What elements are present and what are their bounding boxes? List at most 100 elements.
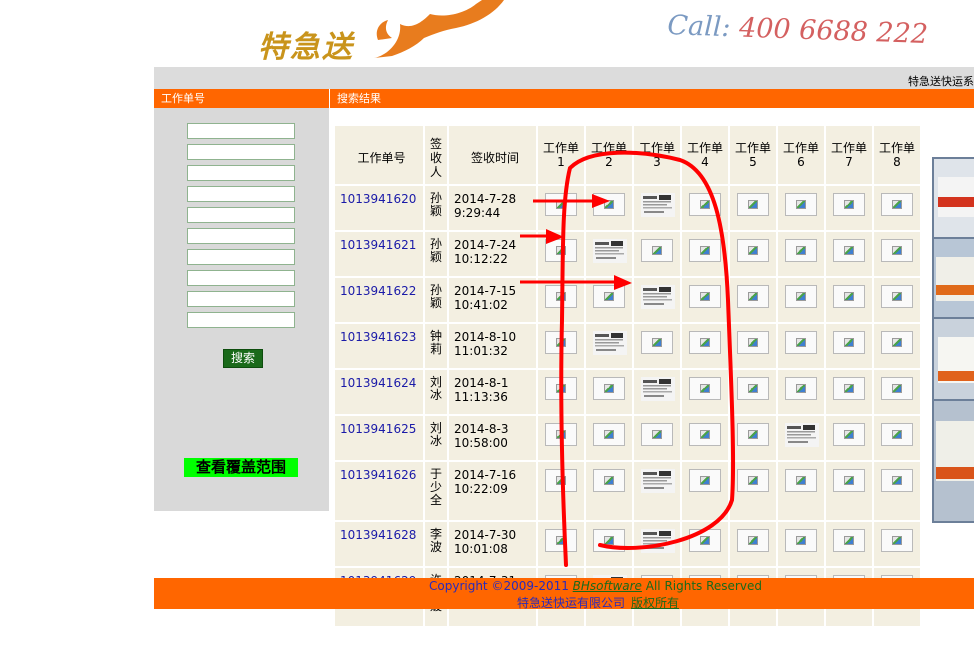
work-order-input[interactable] xyxy=(187,165,295,181)
broken-image-glyph xyxy=(700,476,710,485)
scanned-receipt-thumbnail[interactable] xyxy=(641,469,675,493)
broken-image-icon[interactable] xyxy=(593,469,625,492)
broken-image-icon[interactable] xyxy=(881,193,913,216)
broken-image-icon[interactable] xyxy=(881,529,913,552)
scanned-document-icon xyxy=(785,423,819,447)
broken-image-icon[interactable] xyxy=(785,377,817,400)
broken-image-icon[interactable] xyxy=(641,423,673,446)
broken-image-icon[interactable] xyxy=(689,469,721,492)
broken-image-icon[interactable] xyxy=(785,469,817,492)
work-order-id-link[interactable]: 1013941622 xyxy=(340,284,416,298)
broken-image-icon[interactable] xyxy=(881,377,913,400)
work-order-id-link[interactable]: 1013941624 xyxy=(340,376,416,390)
table-row: 1013941625 刘冰 2014-8-3 10:58:00 xyxy=(335,416,920,460)
work-order-input[interactable] xyxy=(187,249,295,265)
work-order-input[interactable] xyxy=(187,291,295,307)
work-order-input[interactable] xyxy=(187,228,295,244)
scanned-receipt-thumbnail[interactable] xyxy=(641,193,675,217)
broken-image-icon[interactable] xyxy=(785,529,817,552)
broken-image-icon[interactable] xyxy=(545,469,577,492)
broken-image-icon[interactable] xyxy=(593,285,625,308)
broken-image-icon[interactable] xyxy=(881,469,913,492)
broken-image-glyph xyxy=(892,200,902,209)
scanned-receipt-thumbnail[interactable] xyxy=(593,239,627,263)
broken-image-icon[interactable] xyxy=(737,193,769,216)
broken-image-icon[interactable] xyxy=(689,331,721,354)
broken-image-icon[interactable] xyxy=(545,331,577,354)
call-hotline: Call: 400 6688 222 xyxy=(667,10,929,50)
scanned-document-icon xyxy=(593,239,627,263)
broken-image-icon[interactable] xyxy=(833,285,865,308)
scanned-receipt-thumbnail[interactable] xyxy=(641,529,675,553)
broken-image-icon[interactable] xyxy=(689,377,721,400)
work-order-id-link[interactable]: 1013941623 xyxy=(340,330,416,344)
broken-image-icon[interactable] xyxy=(641,331,673,354)
broken-image-icon[interactable] xyxy=(833,377,865,400)
footer-rights-link[interactable]: 版权所有 xyxy=(631,596,679,610)
search-button[interactable]: 搜索 xyxy=(223,349,263,368)
broken-image-icon[interactable] xyxy=(785,239,817,262)
broken-image-icon[interactable] xyxy=(881,331,913,354)
broken-image-icon[interactable] xyxy=(545,193,577,216)
work-order-input[interactable] xyxy=(187,207,295,223)
broken-image-icon[interactable] xyxy=(881,285,913,308)
sign-date: 2014-8-1 xyxy=(454,376,509,390)
broken-image-icon[interactable] xyxy=(881,239,913,262)
broken-image-icon[interactable] xyxy=(737,239,769,262)
table-header-row: 工作单号 签收人 签收时间 工作单 1 工作单 2 工作单 3 工作单 4 工作单 5 工作单 6 工作… xyxy=(335,126,920,184)
view-coverage-button[interactable]: 查看覆盖范围 xyxy=(184,458,298,477)
header-sign-time: 签收时间 xyxy=(449,126,536,184)
work-order-id-link[interactable]: 1013941621 xyxy=(340,238,416,252)
scanned-receipt-thumbnail[interactable] xyxy=(641,285,675,309)
broken-image-icon[interactable] xyxy=(737,331,769,354)
scanned-receipt-thumbnail[interactable] xyxy=(593,331,627,355)
broken-image-icon[interactable] xyxy=(785,331,817,354)
broken-image-icon[interactable] xyxy=(689,423,721,446)
broken-image-icon[interactable] xyxy=(593,423,625,446)
broken-image-icon[interactable] xyxy=(833,193,865,216)
work-order-input[interactable] xyxy=(187,312,295,328)
work-order-id-link[interactable]: 1013941626 xyxy=(340,468,416,482)
broken-image-icon[interactable] xyxy=(545,529,577,552)
scanned-receipt-thumbnail[interactable] xyxy=(641,377,675,401)
broken-image-icon[interactable] xyxy=(737,377,769,400)
broken-image-icon[interactable] xyxy=(593,193,625,216)
broken-image-icon[interactable] xyxy=(545,285,577,308)
broken-image-icon[interactable] xyxy=(689,239,721,262)
broken-image-icon[interactable] xyxy=(593,529,625,552)
footer-brand-link[interactable]: BHsoftware xyxy=(573,579,642,593)
broken-image-icon[interactable] xyxy=(737,469,769,492)
broken-image-icon[interactable] xyxy=(545,377,577,400)
broken-image-icon[interactable] xyxy=(689,529,721,552)
broken-image-icon[interactable] xyxy=(833,469,865,492)
broken-image-icon[interactable] xyxy=(833,423,865,446)
work-order-id-link[interactable]: 1013941620 xyxy=(340,192,416,206)
broken-image-icon[interactable] xyxy=(641,239,673,262)
work-order-id-link[interactable]: 1013941625 xyxy=(340,422,416,436)
work-order-input[interactable] xyxy=(187,270,295,286)
broken-image-icon[interactable] xyxy=(737,529,769,552)
work-order-id-link[interactable]: 1013941628 xyxy=(340,528,416,542)
broken-image-glyph xyxy=(556,476,566,485)
work-order-input[interactable] xyxy=(187,123,295,139)
slot-cell xyxy=(634,370,680,414)
broken-image-icon[interactable] xyxy=(833,331,865,354)
broken-image-icon[interactable] xyxy=(545,239,577,262)
broken-image-icon[interactable] xyxy=(881,423,913,446)
broken-image-icon[interactable] xyxy=(833,529,865,552)
work-order-input[interactable] xyxy=(187,144,295,160)
work-order-input[interactable] xyxy=(187,186,295,202)
broken-image-glyph xyxy=(892,292,902,301)
kangaroo-logo-icon xyxy=(374,0,504,58)
broken-image-icon[interactable] xyxy=(785,285,817,308)
broken-image-icon[interactable] xyxy=(689,285,721,308)
broken-image-icon[interactable] xyxy=(737,285,769,308)
broken-image-icon[interactable] xyxy=(833,239,865,262)
broken-image-icon[interactable] xyxy=(593,377,625,400)
broken-image-icon[interactable] xyxy=(785,193,817,216)
broken-image-icon[interactable] xyxy=(689,193,721,216)
broken-image-glyph xyxy=(892,430,902,439)
broken-image-icon[interactable] xyxy=(545,423,577,446)
broken-image-icon[interactable] xyxy=(737,423,769,446)
scanned-receipt-thumbnail[interactable] xyxy=(785,423,819,447)
